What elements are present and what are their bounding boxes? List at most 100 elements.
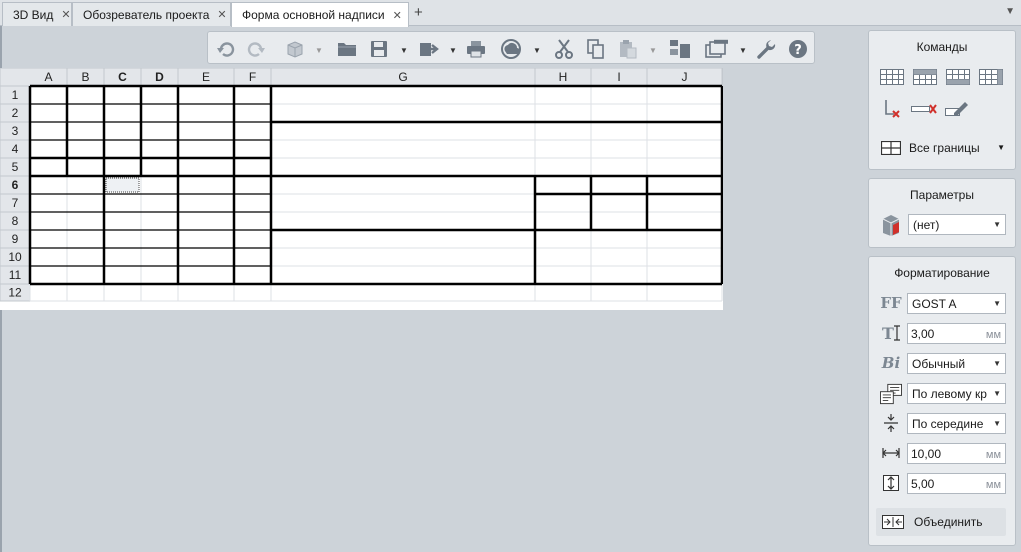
- row-header[interactable]: 12: [8, 286, 22, 300]
- column-header[interactable]: D: [155, 70, 164, 84]
- row-header[interactable]: 7: [12, 196, 19, 210]
- redo-icon[interactable]: [246, 39, 266, 59]
- tab-project-browser[interactable]: Обозреватель проекта ✕: [72, 2, 231, 26]
- tab-title-block-form[interactable]: Форма основной надписи ✕: [231, 2, 409, 27]
- row-header[interactable]: 1: [12, 88, 19, 102]
- text-height-input[interactable]: 3,00 мм: [907, 323, 1006, 344]
- column-header[interactable]: A: [44, 70, 52, 84]
- row-height-input[interactable]: 5,00 мм: [907, 473, 1006, 494]
- column-header[interactable]: E: [202, 70, 210, 84]
- save-icon[interactable]: [368, 39, 390, 59]
- row-header[interactable]: 4: [12, 142, 19, 156]
- paste-icon[interactable]: [617, 39, 639, 59]
- export-icon[interactable]: [418, 39, 440, 59]
- all-borders-icon: [881, 141, 901, 155]
- row-header[interactable]: 8: [12, 214, 19, 228]
- parameters-panel: Параметры (нет) ▼: [868, 178, 1016, 248]
- column-header[interactable]: I: [617, 70, 620, 84]
- windows-icon[interactable]: [704, 39, 730, 59]
- chevron-down-icon: ▼: [993, 419, 1001, 428]
- layers-icon[interactable]: [668, 39, 692, 59]
- panel-title: Параметры: [910, 188, 974, 202]
- row-header[interactable]: 11: [9, 268, 22, 282]
- cut-icon[interactable]: [553, 39, 575, 59]
- column-header-bar: [0, 68, 723, 87]
- delete-column-icon[interactable]: [911, 103, 937, 115]
- active-cell[interactable]: [105, 177, 140, 193]
- font-style-value: Обычный: [912, 356, 966, 371]
- row-header[interactable]: 2: [12, 106, 19, 120]
- unit-label: мм: [985, 329, 1001, 341]
- vertical-align-value: По середине: [912, 416, 984, 431]
- insert-row-above-icon[interactable]: [880, 69, 904, 85]
- main-toolbar: ▼ ▼ ▼ ▼ ▼ ▼ ?: [207, 31, 815, 64]
- commands-panel: Команды Все границы ▼: [868, 30, 1016, 170]
- tab-label: Форма основной надписи: [242, 8, 385, 22]
- chevron-down-icon[interactable]: ▼: [400, 46, 408, 55]
- svg-text:?: ?: [794, 43, 802, 58]
- cloud-sync-icon[interactable]: [498, 39, 524, 59]
- borders-dropdown[interactable]: Все границы ▼: [877, 137, 1009, 159]
- chevron-down-icon[interactable]: ▼: [533, 46, 541, 55]
- column-header[interactable]: H: [559, 70, 568, 84]
- undo-icon[interactable]: [216, 39, 236, 59]
- parameters-select[interactable]: (нет) ▼: [908, 214, 1006, 235]
- font-family-icon: FF: [880, 294, 902, 312]
- print-icon[interactable]: [465, 39, 487, 59]
- unit-label: мм: [985, 449, 1001, 461]
- text-height-value: 3,00: [911, 326, 935, 341]
- column-header[interactable]: C: [118, 70, 127, 84]
- chevron-down-icon[interactable]: ▼: [649, 46, 657, 55]
- row-header[interactable]: 6: [12, 178, 19, 192]
- chevron-down-icon: ▼: [997, 143, 1005, 152]
- column-header[interactable]: F: [249, 70, 256, 84]
- 3d-box-icon[interactable]: [284, 39, 306, 59]
- row-header[interactable]: 9: [12, 232, 19, 246]
- horizontal-align-value: По левому кр: [912, 386, 987, 401]
- vertical-align-select[interactable]: По середине ▼: [907, 413, 1006, 434]
- column-header[interactable]: G: [398, 70, 407, 84]
- tab-list-dropdown-icon[interactable]: ▼: [1005, 6, 1015, 17]
- close-icon[interactable]: ✕: [61, 8, 70, 21]
- column-header[interactable]: J: [682, 70, 688, 84]
- column-width-value: 10,00: [911, 446, 942, 461]
- row-header[interactable]: 10: [8, 250, 22, 264]
- horizontal-align-select[interactable]: По левому кр ▼: [907, 383, 1006, 404]
- open-folder-icon[interactable]: [336, 39, 358, 59]
- row-header[interactable]: 3: [12, 124, 19, 138]
- delete-row-icon[interactable]: [883, 99, 901, 119]
- edit-cell-icon[interactable]: [945, 99, 969, 119]
- font-select[interactable]: GOST A ▼: [907, 293, 1006, 314]
- close-icon[interactable]: ✕: [217, 8, 226, 21]
- title-block-spreadsheet[interactable]: A B C D E F G H I J 1 2 3 4 5 6 7 8 9 10 11 12: [0, 68, 723, 310]
- row-height-icon: [880, 473, 902, 493]
- font-value: GOST A: [912, 296, 957, 311]
- insert-column-right-icon[interactable]: [979, 69, 1003, 85]
- tab-3d-view[interactable]: 3D Вид ✕: [2, 2, 72, 26]
- chevron-down-icon[interactable]: ▼: [449, 46, 457, 55]
- add-tab-icon[interactable]: +: [414, 4, 423, 21]
- merge-label: Объединить: [914, 515, 983, 529]
- tab-bar: 3D Вид ✕ Обозреватель проекта ✕ Форма ос…: [0, 0, 1021, 27]
- chevron-down-icon[interactable]: ▼: [739, 46, 747, 55]
- wrench-icon[interactable]: [756, 39, 778, 59]
- chevron-down-icon[interactable]: ▼: [315, 46, 323, 55]
- spreadsheet-grid[interactable]: A B C D E F G H I J123456789101112: [0, 68, 723, 310]
- row-header[interactable]: 5: [12, 160, 19, 174]
- chevron-down-icon: ▼: [993, 220, 1001, 229]
- font-style-icon: Bi: [881, 354, 901, 372]
- insert-row-below-icon[interactable]: [913, 69, 937, 85]
- help-icon[interactable]: ?: [787, 39, 809, 59]
- font-style-select[interactable]: Обычный ▼: [907, 353, 1006, 374]
- close-icon[interactable]: ✕: [393, 9, 402, 22]
- chevron-down-icon: ▼: [991, 389, 1001, 398]
- tab-label: 3D Вид: [13, 7, 54, 22]
- parameters-icon: [881, 213, 903, 237]
- vertical-align-icon: [880, 413, 902, 433]
- insert-column-left-icon[interactable]: [946, 69, 970, 85]
- copy-icon[interactable]: [585, 39, 607, 59]
- column-width-input[interactable]: 10,00 мм: [907, 443, 1006, 464]
- horizontal-align-icon: [880, 382, 902, 406]
- merge-cells-button[interactable]: Объединить: [876, 508, 1006, 536]
- column-header[interactable]: B: [81, 70, 89, 84]
